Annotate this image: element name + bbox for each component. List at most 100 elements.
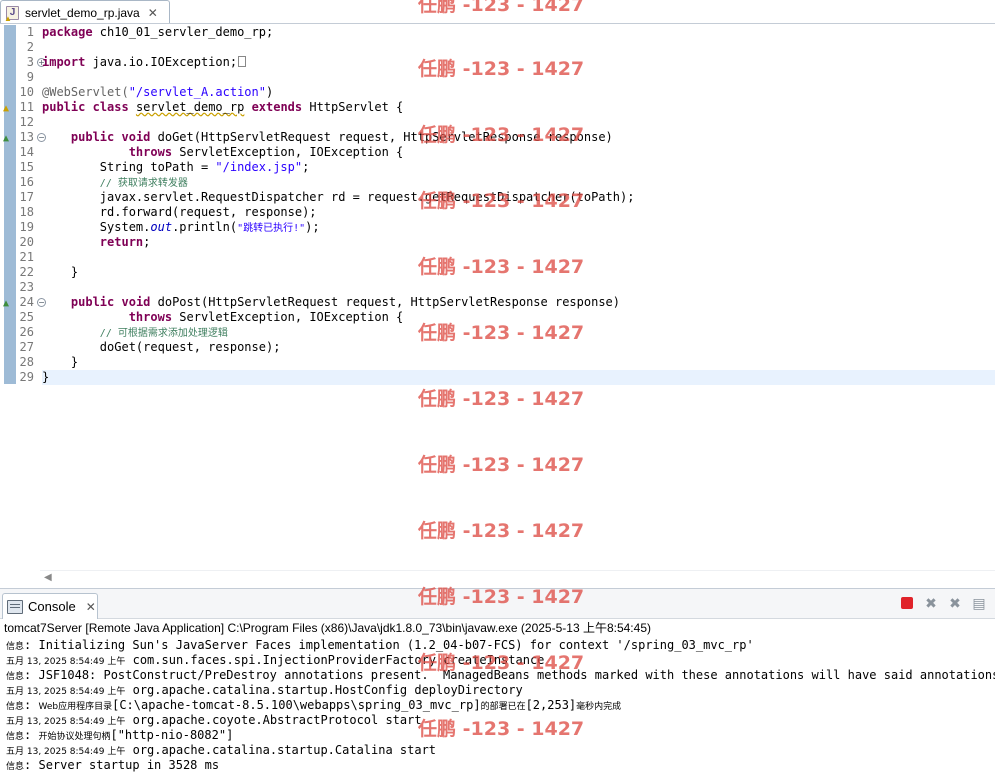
code-line[interactable]: public void doPost(HttpServletRequest re… bbox=[42, 295, 995, 310]
log-text: [2,253] bbox=[525, 698, 577, 712]
tab-console[interactable]: Console ✕ bbox=[2, 593, 98, 619]
log-text-cjk: 开始协议处理句柄 bbox=[38, 732, 111, 742]
log-text: org.apache.coyote.AbstractProtocol start bbox=[125, 713, 422, 727]
code-line[interactable] bbox=[42, 70, 995, 85]
log-text: : JSF1048: PostConstruct/PreDestroy anno… bbox=[24, 668, 995, 682]
folded-imports-marker[interactable] bbox=[238, 56, 247, 67]
code-line[interactable]: System.out.println("跳转已执行!"); bbox=[42, 220, 995, 235]
line-number: 17 bbox=[19, 190, 34, 204]
code-line[interactable]: javax.servlet.RequestDispatcher rd = req… bbox=[42, 190, 995, 205]
code-line[interactable]: throws ServletException, IOException { bbox=[42, 145, 995, 160]
terminate-icon[interactable] bbox=[899, 595, 915, 611]
console-line: 信息: Web应用程序目录[C:\apache-tomcat-8.5.100\w… bbox=[6, 698, 995, 713]
code-line[interactable]: throws ServletException, IOException { bbox=[42, 310, 995, 325]
line-number: 23 bbox=[19, 280, 34, 294]
keyword: package bbox=[42, 25, 93, 39]
line-number: ▲ 13− bbox=[3, 130, 46, 145]
log-ampm: 上午 bbox=[107, 687, 126, 697]
editor-body[interactable]: 1 2 3 + 9 10 ▲ 11 12 ▲ 13− 14 15 16 17 18 1… bbox=[0, 24, 995, 570]
log-date: 五月 13, 2025 8:54:49 bbox=[6, 747, 108, 757]
line-number-text: 11 bbox=[19, 100, 34, 114]
console-line: 五月 13, 2025 8:54:49 上午 org.apache.coyote… bbox=[6, 713, 995, 728]
code-line[interactable] bbox=[42, 115, 995, 130]
line-number: 26 bbox=[19, 325, 34, 339]
keyword: void bbox=[121, 295, 151, 309]
line-number-text: 13 bbox=[19, 130, 34, 144]
keyword: public bbox=[70, 130, 115, 144]
log-level: 信息 bbox=[6, 732, 25, 742]
code-line[interactable]: public class servlet_demo_rp extends Htt… bbox=[42, 100, 995, 115]
keyword: import bbox=[42, 55, 86, 69]
line-number: 12 bbox=[19, 115, 34, 129]
close-icon[interactable]: ✕ bbox=[86, 600, 96, 614]
code-line[interactable] bbox=[42, 40, 995, 55]
code-text: HttpServlet { bbox=[302, 100, 404, 114]
scroll-left-icon[interactable]: ◀ bbox=[44, 572, 52, 583]
code-line[interactable]: String toPath = "/index.jsp"; bbox=[42, 160, 995, 175]
code-line[interactable] bbox=[42, 250, 995, 265]
remove-launch-icon[interactable]: ✖ bbox=[923, 595, 939, 611]
line-number: 29 bbox=[19, 370, 34, 384]
console-process-label: tomcat7Server [Remote Java Application] … bbox=[4, 621, 651, 635]
code-line[interactable]: // 可根据需求添加处理逻辑 bbox=[42, 325, 995, 340]
editor-tab-servlet-demo-rp[interactable]: J ▲ servlet_demo_rp.java ✕ bbox=[0, 0, 170, 24]
clear-console-icon[interactable]: ▤ bbox=[971, 595, 987, 611]
console-output[interactable]: 信息: Initializing Sun's JavaServer Faces … bbox=[6, 638, 995, 773]
code-line[interactable]: } bbox=[42, 355, 995, 370]
line-number: 1 bbox=[26, 25, 34, 39]
code-line[interactable]: } bbox=[42, 265, 995, 280]
code-text: ch10_01_servler_demo_rp; bbox=[92, 25, 274, 39]
override-marker-icon[interactable]: ▲ bbox=[3, 131, 9, 146]
console-line: 信息: 开始协议处理句柄["http-nio-8082"] bbox=[6, 728, 995, 743]
line-number: 18 bbox=[19, 205, 34, 219]
quick-diff-stripe bbox=[4, 25, 16, 384]
code-line[interactable]: // 获取请求转发器 bbox=[42, 175, 995, 190]
code-line[interactable] bbox=[42, 280, 995, 295]
line-number: 10 bbox=[19, 85, 34, 99]
log-date: 五月 13, 2025 8:54:49 bbox=[6, 657, 108, 667]
code-line[interactable]: @WebServlet("/servlet_A.action") bbox=[42, 85, 995, 100]
code-line[interactable]: import java.io.IOException; bbox=[42, 55, 995, 70]
log-level: 信息 bbox=[6, 672, 25, 682]
static-field: out bbox=[150, 220, 173, 234]
log-text: [C:\apache-tomcat-8.5.100\webapps\spring… bbox=[112, 698, 481, 712]
keyword: throws bbox=[128, 145, 173, 159]
log-text-cjk: Web应用程序目录 bbox=[38, 702, 113, 712]
code-line[interactable]: rd.forward(request, response); bbox=[42, 205, 995, 220]
code-line[interactable]: doGet(request, response); bbox=[42, 340, 995, 355]
string-literal: "/index.jsp" bbox=[215, 160, 303, 174]
log-text-cjk: 毫秒内完成 bbox=[576, 702, 622, 712]
code-text: doPost(HttpServletRequest request, HttpS… bbox=[150, 295, 621, 309]
line-number-gutter: 1 2 3 + 9 10 ▲ 11 12 ▲ 13− 14 15 16 17 18 1… bbox=[3, 24, 46, 570]
code-line[interactable]: package ch10_01_servler_demo_rp; bbox=[42, 25, 995, 40]
code-line[interactable]: return; bbox=[42, 235, 995, 250]
code-text: doGet(HttpServletRequest request, HttpSe… bbox=[150, 130, 613, 144]
log-text: org.apache.catalina.startup.Catalina sta… bbox=[125, 743, 437, 757]
log-level: 信息 bbox=[6, 702, 25, 712]
code-editor[interactable]: J ▲ servlet_demo_rp.java ✕ 1 2 3 + 9 10 ▲ 1… bbox=[0, 0, 995, 588]
code-line[interactable]: public void doGet(HttpServletRequest req… bbox=[42, 130, 995, 145]
log-level: 信息 bbox=[6, 642, 25, 652]
console-view[interactable]: Console ✕ ✖ ✖ ▤ tomcat7Server [Remote Ja… bbox=[0, 588, 995, 779]
log-ampm: 上午 bbox=[107, 747, 126, 757]
code-line-current[interactable]: } bbox=[42, 370, 995, 385]
log-ampm: 上午 bbox=[107, 657, 126, 667]
warning-marker-icon[interactable]: ▲ bbox=[3, 101, 9, 116]
code-text: String toPath = bbox=[42, 160, 216, 174]
line-number: 9 bbox=[26, 70, 34, 84]
log-text: : bbox=[24, 728, 39, 742]
override-marker-icon[interactable]: ▲ bbox=[3, 296, 9, 311]
console-line: 五月 13, 2025 8:54:49 上午 org.apache.catali… bbox=[6, 743, 995, 758]
code-text: .println( bbox=[172, 220, 238, 234]
log-text: : Server startup in 3528 ms bbox=[24, 758, 220, 772]
log-text-cjk: 的部署已在 bbox=[480, 702, 526, 712]
comment: // 可根据需求添加处理逻辑 bbox=[99, 328, 228, 339]
string-literal: "/servlet_A.action" bbox=[128, 85, 266, 99]
code-text-area[interactable]: package ch10_01_servler_demo_rp; import … bbox=[40, 24, 995, 570]
console-line: 五月 13, 2025 8:54:49 上午 org.apache.catali… bbox=[6, 683, 995, 698]
remove-all-terminated-icon[interactable]: ✖ bbox=[947, 595, 963, 611]
close-icon[interactable]: ✕ bbox=[148, 6, 158, 20]
horizontal-scrollbar[interactable]: ◀ bbox=[40, 570, 995, 586]
line-number: 28 bbox=[19, 355, 34, 369]
keyword: return bbox=[99, 235, 144, 249]
